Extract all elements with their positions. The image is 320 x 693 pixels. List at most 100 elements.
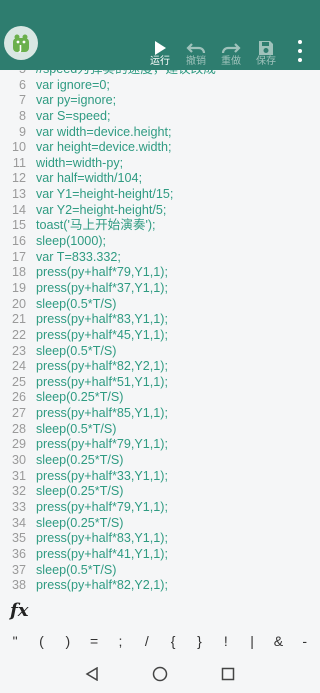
code-line: 5 //speed为弹奏的速度，建议改成: [0, 70, 320, 78]
code-line: 34 sleep(0.25*T/S): [0, 516, 320, 532]
code-line: 12 var half=width/104;: [0, 171, 320, 187]
run-button[interactable]: 运行: [143, 34, 177, 68]
symbol-key[interactable]: !: [216, 633, 236, 649]
code-line: 7 var py=ignore;: [0, 93, 320, 109]
code-line: 17 var T=833.332;: [0, 250, 320, 266]
code-text: press(py+half*41,Y1,1);: [36, 546, 168, 561]
code-text: //speed为弹奏的速度，建议改成: [36, 70, 216, 78]
symbol-key[interactable]: |: [242, 633, 262, 649]
play-icon: [143, 34, 177, 56]
home-icon[interactable]: [148, 664, 172, 684]
code-text: var S=speed;: [36, 108, 111, 123]
code-text: press(py+half*45,Y1,1);: [36, 327, 168, 342]
code-line: 32 sleep(0.25*T/S): [0, 484, 320, 500]
symbol-key[interactable]: ): [58, 633, 78, 649]
redo-icon: [214, 34, 248, 56]
code-text: var half=width/104;: [36, 171, 143, 186]
symbol-key[interactable]: ": [5, 633, 25, 649]
line-number: 26: [11, 390, 26, 405]
line-number: 19: [11, 280, 26, 295]
code-line: 23 sleep(0.5*T/S): [0, 344, 320, 360]
line-number: 20: [11, 296, 26, 311]
save-icon: [249, 34, 283, 56]
code-line: 25 press(py+half*51,Y1,1);: [0, 375, 320, 391]
line-number: 37: [11, 562, 26, 577]
more-vert-icon[interactable]: [292, 40, 308, 62]
code-line: 15 toast('马上开始演奏');: [0, 218, 320, 234]
code-text: press(py+half*83,Y1,1);: [36, 312, 168, 327]
line-number: 5: [0, 70, 26, 78]
navigation-bar: [0, 656, 320, 693]
line-number: 14: [11, 202, 26, 217]
symbol-key[interactable]: {: [163, 633, 183, 649]
redo-button[interactable]: 重做: [214, 34, 248, 68]
code-line: 16 sleep(1000);: [0, 234, 320, 250]
code-line: 9 var width=device.height;: [0, 125, 320, 141]
line-number: 8: [18, 108, 26, 123]
line-number: 21: [11, 312, 26, 327]
code-line: 6 var ignore=0;: [0, 78, 320, 94]
code-text: press(py+half*33,Y1,1);: [36, 468, 168, 483]
code-text: width=width-py;: [36, 155, 124, 170]
line-number: 27: [11, 406, 26, 421]
save-label: 保存: [256, 56, 276, 67]
line-number: 10: [11, 140, 26, 155]
code-line: 11 width=width-py;: [0, 156, 320, 172]
line-number: 17: [11, 249, 26, 264]
line-number: 11: [12, 155, 26, 170]
line-number: 33: [11, 499, 26, 514]
line-number: 18: [11, 265, 26, 280]
code-text: press(py+half*51,Y1,1);: [36, 374, 168, 389]
fx-icon[interactable]: fx: [10, 600, 28, 621]
undo-button[interactable]: 撤销: [179, 34, 213, 68]
code-text: sleep(0.5*T/S): [36, 421, 117, 436]
code-line: 19 press(py+half*37,Y1,1);: [0, 281, 320, 297]
code-text: var height=device.width;: [36, 140, 172, 155]
line-number: 23: [11, 343, 26, 358]
code-lines: 5 //speed为弹奏的速度，建议改成 6 var ignore=0; 7 var py…: [0, 70, 320, 594]
line-number: 31: [11, 468, 26, 483]
code-text: toast('马上开始演奏');: [36, 218, 156, 233]
code-text: press(py+half*82,Y2,1);: [36, 359, 168, 374]
code-line: 38 press(py+half*82,Y2,1);: [0, 578, 320, 594]
symbol-key[interactable]: ;: [110, 633, 130, 649]
recents-icon[interactable]: [216, 664, 240, 684]
code-line: 27 press(py+half*85,Y1,1);: [0, 406, 320, 422]
code-text: press(py+half*37,Y1,1);: [36, 280, 168, 295]
code-line: 36 press(py+half*41,Y1,1);: [0, 547, 320, 563]
line-number: 24: [11, 359, 26, 374]
code-line: 8 var S=speed;: [0, 109, 320, 125]
code-text: press(py+half*79,Y1,1);: [36, 265, 168, 280]
symbol-key[interactable]: &: [268, 633, 288, 649]
app-logo-icon[interactable]: J: [4, 26, 38, 60]
line-number: 7: [18, 93, 26, 108]
line-number: 6: [18, 77, 26, 92]
back-icon[interactable]: [80, 664, 104, 684]
code-text: var ignore=0;: [36, 77, 110, 92]
code-text: var Y1=height-height/15;: [36, 187, 174, 202]
status-bar: [0, 0, 320, 14]
code-text: sleep(1000);: [36, 234, 107, 249]
code-text: var T=833.332;: [36, 249, 121, 264]
code-line: 21 press(py+half*83,Y1,1);: [0, 312, 320, 328]
app-toolbar: J 运行 撤销 重做 保存: [0, 14, 320, 70]
symbol-key[interactable]: }: [189, 633, 209, 649]
function-bar: fx: [0, 598, 320, 626]
code-text: sleep(0.25*T/S): [36, 453, 124, 468]
code-text: sleep(0.5*T/S): [36, 343, 117, 358]
code-text: sleep(0.25*T/S): [36, 390, 124, 405]
symbol-key[interactable]: (: [31, 633, 51, 649]
code-text: press(py+half*83,Y1,1);: [36, 531, 168, 546]
code-text: sleep(0.25*T/S): [36, 484, 124, 499]
line-number: 32: [11, 484, 26, 499]
symbol-key[interactable]: =: [84, 633, 104, 649]
symbol-key[interactable]: -: [295, 633, 315, 649]
code-line: 20 sleep(0.5*T/S): [0, 297, 320, 313]
symbol-key[interactable]: /: [137, 633, 157, 649]
save-button[interactable]: 保存: [249, 34, 283, 68]
code-text: sleep(0.5*T/S): [36, 296, 117, 311]
code-editor[interactable]: 5 //speed为弹奏的速度，建议改成 6 var ignore=0; 7 var py…: [0, 70, 320, 598]
code-line: 35 press(py+half*83,Y1,1);: [0, 531, 320, 547]
code-text: var py=ignore;: [36, 93, 117, 108]
line-number: 25: [11, 374, 26, 389]
